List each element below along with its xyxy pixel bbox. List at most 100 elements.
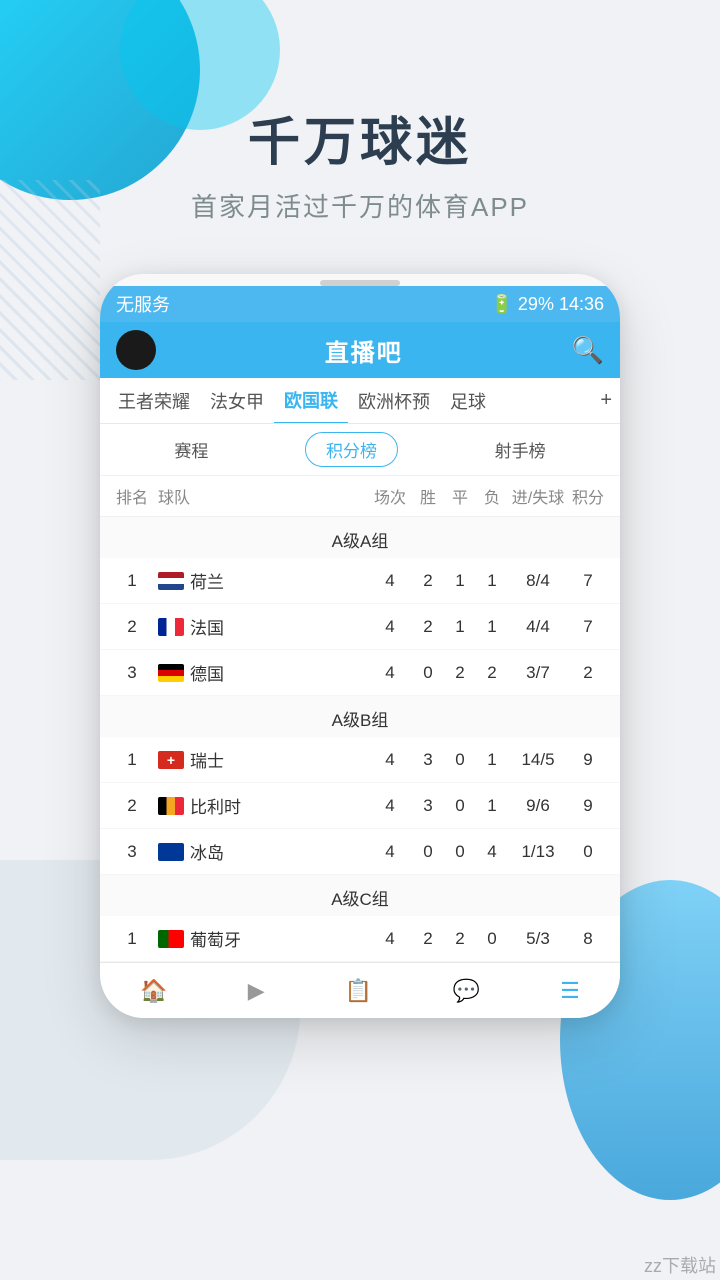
rank: 2	[112, 617, 152, 637]
rank: 1	[112, 571, 152, 591]
flag-netherlands	[158, 572, 184, 590]
bottom-nav-home[interactable]: 🏠	[128, 974, 179, 1008]
group-header-c: A级C组	[100, 875, 620, 916]
watermark: zz下载站	[644, 1252, 716, 1278]
win: 2	[412, 617, 444, 637]
rank: 3	[112, 842, 152, 862]
col-header-rank: 排名	[112, 484, 152, 508]
bottom-nav: 🏠 ▶ 📋 💬 ☰	[100, 962, 620, 1018]
table-row[interactable]: 3 冰岛 4 0 0 4 1/13 0	[100, 829, 620, 875]
pts: 2	[568, 663, 608, 683]
rank: 3	[112, 663, 152, 683]
nav-tab-lawomen[interactable]: 法女甲	[200, 378, 274, 424]
win: 3	[412, 796, 444, 816]
status-battery: 29%	[518, 294, 554, 315]
draw: 0	[444, 796, 476, 816]
nav-tab-zuqiu[interactable]: 足球	[440, 378, 496, 424]
rank: 1	[112, 750, 152, 770]
played: 4	[368, 663, 412, 683]
search-icon[interactable]: 🔍	[572, 335, 604, 366]
table-header-row: 排名 球队 场次 胜 平 负 进/失球 积分	[100, 476, 620, 517]
page-subtitle: 首家月活过千万的体育APP	[0, 187, 720, 224]
loss: 0	[476, 929, 508, 949]
col-header-loss: 负	[476, 484, 508, 508]
pts: 7	[568, 571, 608, 591]
status-time: 14:36	[559, 294, 604, 315]
team-cell: 瑞士	[152, 747, 368, 772]
flag-belgium	[158, 797, 184, 815]
played: 4	[368, 750, 412, 770]
col-header-team: 球队	[152, 484, 368, 508]
standings-table: 排名 球队 场次 胜 平 负 进/失球 积分 A级A组 1 荷兰 4 2 1 1…	[100, 476, 620, 962]
nav-tab-ouzhoubeiy[interactable]: 欧洲杯预	[348, 378, 440, 424]
gd: 3/7	[508, 663, 568, 683]
pts: 7	[568, 617, 608, 637]
col-header-gd: 进/失球	[508, 484, 568, 508]
phone-mockup: 无服务 🔋 29% 14:36 直播吧 🔍 王者荣耀 法女甲 欧国联 欧洲杯预 …	[100, 274, 620, 1018]
rank: 1	[112, 929, 152, 949]
win: 2	[412, 571, 444, 591]
pts: 0	[568, 842, 608, 862]
table-row[interactable]: 2 法国 4 2 1 1 4/4 7	[100, 604, 620, 650]
pts: 8	[568, 929, 608, 949]
gd: 4/4	[508, 617, 568, 637]
group-header-a: A级A组	[100, 517, 620, 558]
gd: 9/6	[508, 796, 568, 816]
table-row[interactable]: 1 瑞士 4 3 0 1 14/5 9	[100, 737, 620, 783]
loss: 4	[476, 842, 508, 862]
bottom-nav-news[interactable]: 📋	[333, 974, 384, 1008]
rank: 2	[112, 796, 152, 816]
table-row[interactable]: 1 葡萄牙 4 2 2 0 5/3 8	[100, 916, 620, 962]
loss: 1	[476, 750, 508, 770]
table-row[interactable]: 3 德国 4 0 2 2 3/7 2	[100, 650, 620, 696]
team-cell: 葡萄牙	[152, 926, 368, 951]
sub-tab-scorers[interactable]: 射手榜	[475, 433, 566, 466]
sub-tab-schedule[interactable]: 赛程	[154, 433, 228, 466]
app-header: 直播吧 🔍	[100, 322, 620, 378]
loss: 1	[476, 571, 508, 591]
nav-tab-wangzhe[interactable]: 王者荣耀	[108, 378, 200, 424]
loss: 1	[476, 617, 508, 637]
col-header-win: 胜	[412, 484, 444, 508]
team-cell: 冰岛	[152, 839, 368, 864]
gd: 14/5	[508, 750, 568, 770]
played: 4	[368, 617, 412, 637]
played: 4	[368, 842, 412, 862]
page-title: 千万球迷	[0, 100, 720, 175]
gd: 1/13	[508, 842, 568, 862]
page-header: 千万球迷 首家月活过千万的体育APP	[0, 0, 720, 244]
app-title: 直播吧	[325, 333, 403, 368]
status-bar: 无服务 🔋 29% 14:36	[100, 286, 620, 322]
group-header-b: A级B组	[100, 696, 620, 737]
nav-more-icon[interactable]: +	[600, 389, 612, 412]
sub-tabs: 赛程 积分榜 射手榜	[100, 424, 620, 476]
win: 0	[412, 842, 444, 862]
nav-tab-ouguo[interactable]: 欧国联	[274, 378, 348, 424]
draw: 2	[444, 929, 476, 949]
phone-notch	[320, 280, 400, 286]
team-cell: 比利时	[152, 793, 368, 818]
flag-germany	[158, 664, 184, 682]
pts: 9	[568, 796, 608, 816]
nav-tabs: 王者荣耀 法女甲 欧国联 欧洲杯预 足球 +	[100, 378, 620, 424]
col-header-played: 场次	[368, 484, 412, 508]
draw: 1	[444, 571, 476, 591]
bottom-nav-menu[interactable]: ☰	[548, 974, 592, 1008]
draw: 0	[444, 842, 476, 862]
loss: 2	[476, 663, 508, 683]
pts: 9	[568, 750, 608, 770]
win: 2	[412, 929, 444, 949]
table-row[interactable]: 2 比利时 4 3 0 1 9/6 9	[100, 783, 620, 829]
bottom-nav-play[interactable]: ▶	[236, 974, 277, 1008]
sub-tab-standings[interactable]: 积分榜	[305, 432, 398, 467]
flag-portugal	[158, 930, 184, 948]
win: 0	[412, 663, 444, 683]
avatar[interactable]	[116, 330, 156, 370]
table-row[interactable]: 1 荷兰 4 2 1 1 8/4 7	[100, 558, 620, 604]
status-icons: 🔋	[491, 294, 513, 315]
flag-switzerland	[158, 751, 184, 769]
status-right: 🔋 29% 14:36	[491, 294, 605, 315]
phone-notch-bar	[100, 274, 620, 286]
bottom-nav-chat[interactable]: 💬	[441, 974, 492, 1008]
loss: 1	[476, 796, 508, 816]
